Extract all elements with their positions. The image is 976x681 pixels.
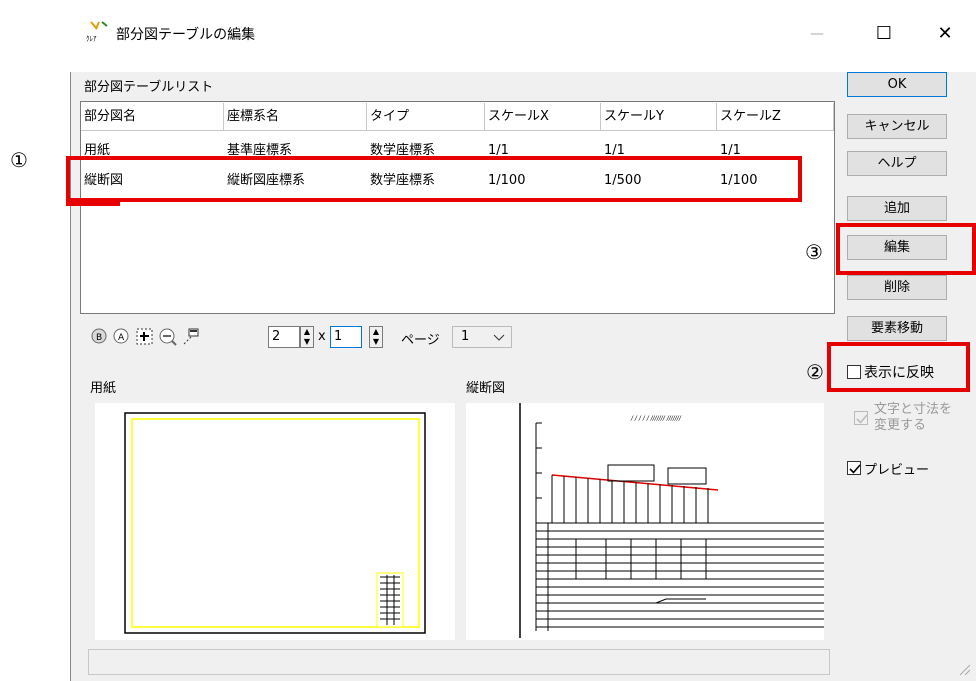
app-icon-text: ｸﾚｱ — [86, 35, 97, 43]
maximize-button[interactable]: ☐ — [862, 22, 906, 46]
page-label: ページ — [401, 333, 440, 348]
svg-text:A: A — [118, 333, 125, 343]
chevron-down-icon — [493, 334, 505, 341]
close-button[interactable]: ✕ — [920, 22, 970, 46]
longitudinal-preview: / / / / / /////// /////// — [466, 403, 826, 640]
minimize-button[interactable]: — — [795, 22, 839, 46]
zoom-out-icon[interactable] — [157, 326, 179, 348]
svg-text:B: B — [96, 333, 102, 343]
annotation-marker-1: ① — [10, 148, 28, 172]
row-highlight-extension — [66, 198, 120, 206]
column-header-coord[interactable]: 座標系名 — [224, 103, 367, 131]
reflect-highlight-frame — [827, 342, 970, 392]
resize-grip-icon[interactable] — [955, 660, 971, 676]
ok-button[interactable]: OK — [847, 72, 947, 97]
annotation-marker-3: ③ — [805, 240, 823, 264]
window-title: 部分図テーブルの編集 — [116, 27, 256, 43]
x-label: x — [318, 329, 326, 344]
columns-input[interactable]: 2 — [268, 326, 300, 348]
cancel-button[interactable]: キャンセル — [847, 114, 947, 139]
zoom-a-icon[interactable]: A — [111, 326, 133, 348]
column-header-type[interactable]: タイプ — [367, 103, 485, 131]
annotation-marker-2: ② — [806, 360, 824, 384]
edit-highlight-frame — [836, 223, 976, 275]
zoom-in-b-icon[interactable]: B — [89, 326, 111, 348]
page-select[interactable]: 1 — [452, 326, 512, 348]
columns-spinner[interactable]: ▲ ▼ — [300, 326, 314, 348]
rows-spinner[interactable]: ▲ ▼ — [369, 326, 383, 348]
svg-text:/ / / / / /////// ///////: / / / / / /////// /////// — [630, 415, 682, 422]
preview-left-label: 用紙 — [90, 381, 117, 396]
add-button[interactable]: 追加 — [847, 196, 947, 221]
preview-label: プレビュー — [864, 463, 930, 478]
move-element-button[interactable]: 要素移動 — [847, 316, 947, 341]
rows-input[interactable]: 1 — [330, 326, 362, 348]
row-highlight-frame — [66, 156, 802, 202]
column-header-scale-y[interactable]: スケールY — [601, 103, 717, 131]
help-button[interactable]: ヘルプ — [847, 151, 947, 176]
column-header-name[interactable]: 部分図名 — [81, 103, 224, 131]
page-select-value: 1 — [461, 329, 470, 344]
text-dimension-checkbox[interactable] — [854, 411, 868, 425]
list-label: 部分図テーブルリスト — [84, 80, 214, 95]
zoom-fit-icon[interactable] — [134, 326, 156, 348]
column-header-scale-z[interactable]: スケールZ — [717, 103, 834, 131]
text-dimension-label-line2: 変更する — [874, 418, 927, 433]
preview-checkbox[interactable] — [847, 461, 861, 475]
delete-button[interactable]: 削除 — [847, 275, 947, 300]
page-layout-icon[interactable] — [180, 326, 202, 348]
preview-right-label: 縦断図 — [466, 381, 506, 396]
part-table-list[interactable] — [80, 101, 835, 314]
status-bar — [88, 649, 830, 675]
column-header-scale-x[interactable]: スケールX — [485, 103, 601, 131]
paper-preview — [95, 403, 455, 640]
